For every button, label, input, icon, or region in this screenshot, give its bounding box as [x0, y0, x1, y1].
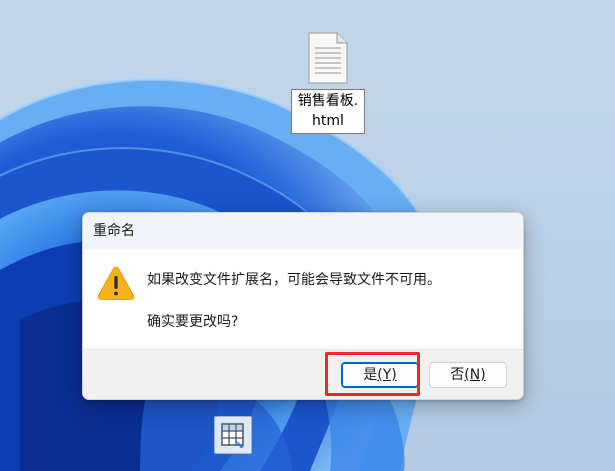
dialog-message-question: 确实要更改吗?	[147, 314, 239, 330]
dialog-title: 重命名	[93, 223, 135, 239]
desktop: 销售看板.html 重命名 如果改变文件扩展名，可能会导致文件不可用。 确实要更…	[0, 0, 615, 471]
highlight-box	[325, 352, 420, 396]
text-document-icon	[308, 32, 348, 84]
file-name-edit-box[interactable]: 销售看板.html	[291, 89, 365, 134]
spreadsheet-app-icon[interactable]	[214, 416, 252, 454]
dialog-message-warning: 如果改变文件扩展名，可能会导致文件不可用。	[147, 272, 441, 288]
no-button[interactable]: 否(N)	[429, 362, 507, 388]
rename-confirm-dialog: 重命名 如果改变文件扩展名，可能会导致文件不可用。 确实要更改吗? 是(Y) 否…	[82, 212, 524, 400]
warning-icon	[97, 266, 135, 300]
desktop-file-icon[interactable]: 销售看板.html	[290, 30, 366, 134]
no-button-accelerator: (N)	[464, 367, 486, 383]
grid-icon	[221, 423, 244, 448]
dialog-title-bar[interactable]: 重命名	[83, 213, 523, 249]
no-button-label: 否	[450, 367, 465, 383]
dialog-button-bar: 是(Y) 否(N)	[83, 349, 523, 399]
